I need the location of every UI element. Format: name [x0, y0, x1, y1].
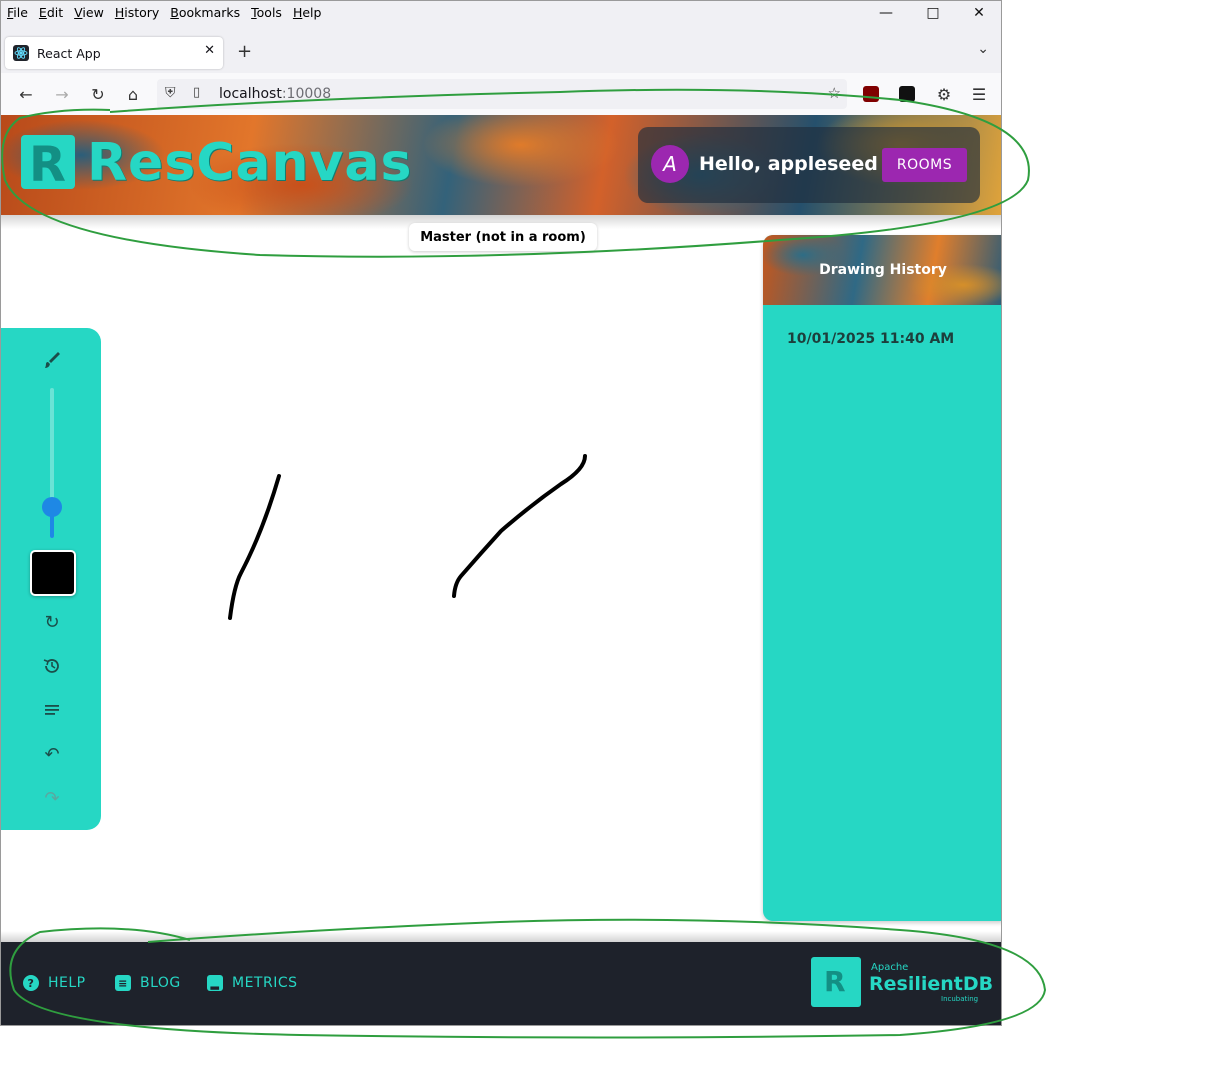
redo-icon[interactable]: ↷ — [40, 786, 64, 810]
rooms-button[interactable]: ROOMS — [882, 148, 967, 182]
user-box: A Hello, appleseed ROOMS — [638, 127, 980, 203]
brand-name: ResilientDB — [869, 973, 994, 995]
history-icon[interactable] — [40, 654, 64, 678]
back-arrow-icon[interactable]: ← — [15, 83, 37, 105]
footer-blog-link[interactable]: ≡ BLOG — [115, 975, 181, 991]
home-icon[interactable]: ⌂ — [122, 83, 144, 105]
history-entry[interactable]: 10/01/2025 11:40 AM — [787, 331, 954, 347]
menu-file[interactable]: File — [7, 5, 28, 20]
close-tab-icon[interactable]: ✕ — [204, 43, 215, 58]
drawing-toolbar: ↻ ↶ ↷ — [1, 328, 101, 830]
color-swatch[interactable] — [30, 550, 76, 596]
drawing-history-panel: Drawing History 10/01/2025 11:40 AM — [763, 235, 1001, 921]
drawing-canvas[interactable] — [1, 251, 761, 931]
room-label: Master (not in a room) — [409, 223, 597, 251]
close-window-button[interactable]: ✕ — [956, 1, 1001, 25]
document-icon: ≡ — [115, 975, 131, 991]
history-title: Drawing History — [819, 262, 947, 278]
brand-apache: Apache — [871, 962, 909, 973]
refresh-icon[interactable]: ↻ — [40, 610, 64, 634]
slider-thumb[interactable] — [42, 497, 62, 517]
url-bar[interactable]: ⛨ ▯ localhost:10008 ☆ — [157, 79, 847, 109]
forward-arrow-icon[interactable]: → — [51, 83, 73, 105]
resilientdb-logo-icon: R — [811, 957, 861, 1007]
menu-edit[interactable]: Edit — [39, 5, 63, 20]
history-header: Drawing History — [763, 235, 1001, 305]
navigation-bar: ← → ↻ ⌂ ⛨ ▯ localhost:10008 ☆ ⚙ ☰ — [1, 73, 1001, 116]
list-tabs-chevron-icon[interactable]: ⌄ — [977, 41, 989, 57]
footer-metrics-label: METRICS — [232, 975, 298, 991]
avatar[interactable]: A — [651, 145, 689, 183]
stroke-1 — [228, 474, 281, 620]
footer-help-label: HELP — [48, 975, 86, 991]
menu-help[interactable]: Help — [293, 5, 322, 20]
footer-blog-label: BLOG — [140, 975, 181, 991]
minimize-button[interactable]: — — [863, 1, 909, 25]
stroke-2 — [452, 454, 587, 598]
footer-metrics-link[interactable]: ▂ METRICS — [207, 975, 298, 991]
canvas-strokes — [228, 454, 587, 620]
hamburger-menu-icon[interactable]: ☰ — [968, 83, 990, 105]
extension-mask-icon[interactable] — [899, 86, 915, 102]
page-info-icon[interactable]: ▯ — [193, 85, 200, 100]
tab-bar: React App ✕ + ⌄ — [1, 25, 1001, 73]
tab-react-app[interactable]: React App ✕ — [5, 37, 223, 69]
menu-bar: File Edit View History Bookmarks Tools H… — [1, 1, 1001, 25]
tab-title: React App — [37, 45, 101, 61]
menu-view[interactable]: View — [74, 5, 104, 20]
footer-help-link[interactable]: ? HELP — [23, 975, 86, 991]
rescanvas-logo-icon: R — [21, 135, 75, 193]
menu-bookmarks[interactable]: Bookmarks — [170, 5, 240, 20]
app-header: R ResCanvas A Hello, appleseed ROOMS — [1, 115, 1001, 215]
menu-history[interactable]: History — [115, 5, 159, 20]
bookmark-star-icon[interactable]: ☆ — [828, 84, 841, 102]
help-icon: ? — [23, 975, 39, 991]
new-tab-button[interactable]: + — [237, 41, 252, 62]
browser-window: File Edit View History Bookmarks Tools H… — [0, 0, 1002, 1026]
menu-tools[interactable]: Tools — [251, 5, 282, 20]
undo-icon[interactable]: ↶ — [40, 742, 64, 766]
url-text: localhost:10008 — [219, 86, 332, 102]
reload-icon[interactable]: ↻ — [87, 83, 109, 105]
brush-icon[interactable] — [40, 348, 64, 372]
logo-text: ResCanvas — [87, 133, 413, 193]
react-favicon-icon — [13, 45, 29, 61]
brand-incubating: Incubating — [941, 995, 979, 1003]
shield-icon[interactable]: ⛨ — [165, 85, 176, 101]
maximize-button[interactable]: □ — [910, 1, 956, 25]
app-footer: ? HELP ≡ BLOG ▂ METRICS R Apache Resilie… — [1, 942, 1001, 1025]
greeting: Hello, appleseed — [699, 153, 878, 175]
ublock-icon[interactable] — [863, 86, 879, 102]
clear-icon[interactable] — [40, 698, 64, 722]
bar-chart-icon: ▂ — [207, 975, 223, 991]
extensions-puzzle-icon[interactable]: ⚙ — [933, 83, 955, 105]
